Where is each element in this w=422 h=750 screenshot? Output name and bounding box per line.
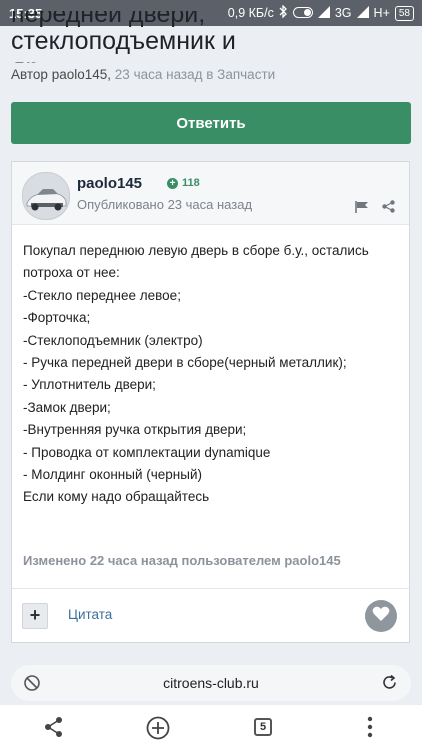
topic-title-line2: др. <box>11 55 391 64</box>
address-bar[interactable]: citroens-club.ru <box>11 665 411 701</box>
author-link[interactable]: paolo145 <box>52 67 108 82</box>
topic-author-line: Автор paolo145, 23 часа назад в Запчасти <box>11 67 276 82</box>
share-icon[interactable] <box>382 200 395 218</box>
post-footer: + Цитата <box>12 588 409 643</box>
post-line: Покупал переднюю левую дверь в сборе б.у… <box>23 243 369 258</box>
like-button[interactable] <box>365 600 397 632</box>
quote-button[interactable]: Цитата <box>68 607 112 622</box>
post-line: -Форточка; <box>23 310 91 326</box>
post-line: - Ручка передней двери в сборе(черный ме… <box>23 355 347 371</box>
browser-toolbar: 5 <box>0 705 422 750</box>
avatar[interactable] <box>22 172 70 220</box>
post-line: - Молдинг оконный (черный) <box>23 467 203 483</box>
add-tab-icon[interactable] <box>146 716 170 745</box>
reputation-count: 118 <box>182 177 200 189</box>
post-line: -Замок двери; <box>23 399 111 415</box>
author-prefix: Автор <box>11 67 48 82</box>
multiquote-button[interactable]: + <box>22 603 48 629</box>
flag-icon[interactable] <box>355 200 369 218</box>
reload-icon[interactable] <box>381 674 398 696</box>
post-username[interactable]: paolo145 <box>77 175 142 192</box>
reply-button[interactable]: Ответить <box>11 102 411 144</box>
more-menu-icon[interactable] <box>367 716 373 743</box>
post-line: - Проводка от комплектации dynamique <box>23 444 271 460</box>
post-line: -Внутренняя ручка открытия двери; <box>23 422 247 438</box>
reputation-plus-icon: + <box>167 177 178 189</box>
post-date[interactable]: Опубликовано 23 часа назад <box>77 197 252 212</box>
post-line: -Стеклоподъемник (электро) <box>23 332 203 348</box>
heart-icon <box>372 606 390 627</box>
post-line: -Стекло переднее левое; <box>23 287 181 303</box>
url-text[interactable]: citroens-club.ru <box>11 675 411 691</box>
post-line: потроха от нее: <box>23 265 120 281</box>
post-body: Покупал переднюю левую дверь в сборе б.у… <box>23 240 403 509</box>
post-header: paolo145 + 118 Опубликовано 23 часа наза… <box>12 162 409 225</box>
post-card: paolo145 + 118 Опубликовано 23 часа наза… <box>11 161 410 643</box>
topic-meta[interactable]: 23 часа назад в Запчасти <box>115 67 275 82</box>
post-line: Если кому надо обращайтесь <box>23 489 210 505</box>
topic-title-line1: передней двери, стеклоподъемник и <box>11 11 236 55</box>
post-line: - Уплотнитель двери; <box>23 377 156 393</box>
tabs-button[interactable]: 5 <box>254 718 272 736</box>
reputation-badge: + 118 <box>167 177 200 189</box>
topic-title: передней двери, стеклоподъемник и др. <box>11 11 421 63</box>
share-icon-bottom[interactable] <box>44 716 64 743</box>
edited-note: Изменено 22 часа назад пользователем pao… <box>23 553 341 568</box>
